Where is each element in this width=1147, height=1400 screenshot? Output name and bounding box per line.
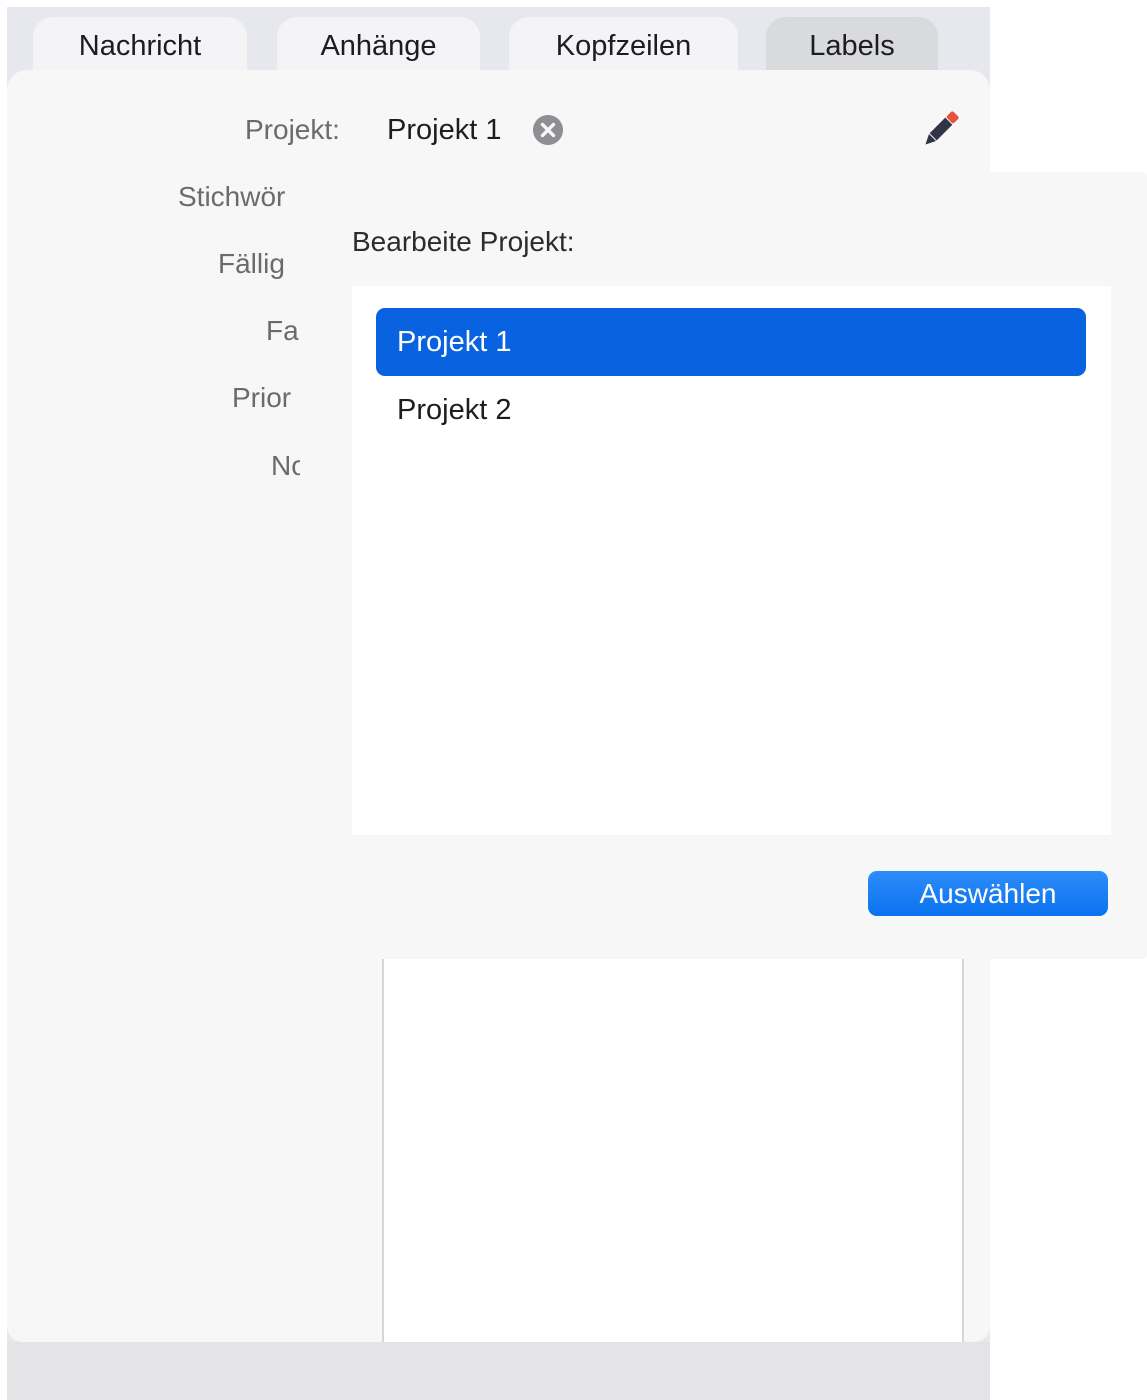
project-label: Projekt: <box>245 114 340 145</box>
priority-label: Prior <box>232 382 292 413</box>
color-label: Fa <box>266 315 299 346</box>
list-item-label: Projekt 1 <box>397 325 512 358</box>
list-item-projekt-2[interactable]: Projekt 2 <box>376 376 1086 444</box>
bottom-bar <box>7 1342 990 1400</box>
project-value: Projekt 1 <box>387 114 502 146</box>
notes-label: No <box>271 450 303 481</box>
list-item-label: Projekt 2 <box>397 393 512 426</box>
notes-text-area[interactable] <box>382 940 964 1343</box>
list-item-projekt-1[interactable]: Projekt 1 <box>376 308 1086 376</box>
popover-title: Bearbeite Projekt: <box>352 226 575 257</box>
choose-button[interactable]: Auswählen <box>868 871 1108 916</box>
pencil-icon[interactable] <box>918 106 964 152</box>
clear-circle-icon[interactable] <box>532 114 564 146</box>
app-window: Nachricht Anhänge Kopfzeilen Labels Proj… <box>0 0 1147 1400</box>
keywords-label: Stichwör <box>178 181 286 212</box>
due-label: Fällig <box>218 248 285 279</box>
